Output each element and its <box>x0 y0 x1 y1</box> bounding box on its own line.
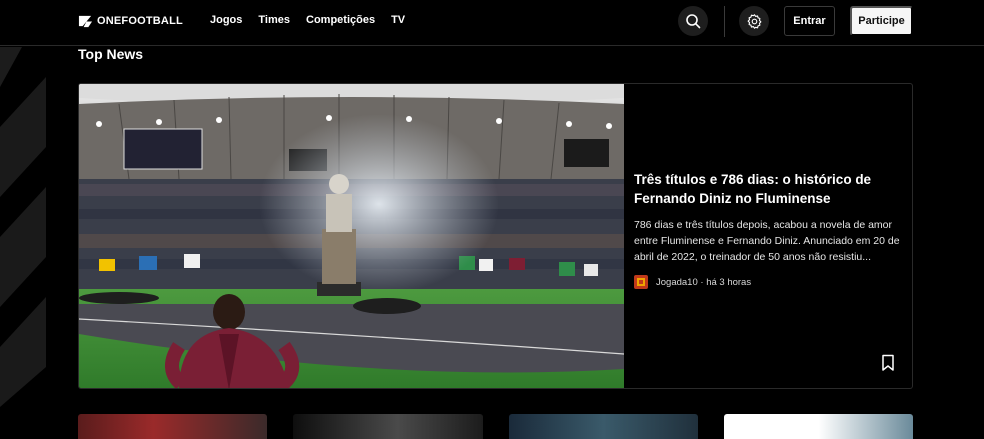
search-button[interactable] <box>678 6 708 36</box>
gear-icon <box>747 13 761 29</box>
source-logo-icon <box>634 275 648 289</box>
signup-button[interactable]: Participe <box>850 6 913 36</box>
source-name[interactable]: Jogada10 <box>656 277 698 288</box>
featured-news-text: Três títulos e 786 dias: o histórico de … <box>634 84 904 388</box>
featured-excerpt: 786 dias e três títulos depois, acabou a… <box>634 219 900 263</box>
featured-news-card[interactable]: Três títulos e 786 dias: o histórico de … <box>78 83 913 389</box>
main-nav: Jogos Times Competições TV <box>210 14 405 26</box>
nav-item-tv[interactable]: TV <box>391 14 405 26</box>
publish-time: há 3 horas <box>706 276 752 288</box>
login-button[interactable]: Entrar <box>784 6 835 36</box>
header-divider <box>724 6 725 37</box>
stadium-illustration <box>79 84 624 388</box>
nav-item-jogos[interactable]: Jogos <box>210 14 242 26</box>
news-thumbnail-2[interactable] <box>293 414 483 439</box>
onefootball-logo-icon <box>78 15 93 28</box>
bookmark-icon[interactable] <box>880 354 896 372</box>
onefootball-logo[interactable]: ONEFOOTBALL <box>78 13 183 28</box>
article-meta: Jogada10 · há 3 horas <box>634 275 751 289</box>
nav-item-competicoes[interactable]: Competições <box>306 14 375 26</box>
logo-text: ONEFOOTBALL <box>97 14 183 27</box>
featured-headline[interactable]: Três títulos e 786 dias: o histórico de … <box>634 170 896 208</box>
nav-item-times[interactable]: Times <box>258 14 290 26</box>
news-thumbnail-1[interactable] <box>78 414 267 439</box>
featured-news-image[interactable] <box>79 84 624 388</box>
news-thumbnail-4[interactable] <box>724 414 913 439</box>
news-thumbnail-3[interactable] <box>509 414 698 439</box>
section-title: Top News <box>78 46 144 62</box>
search-icon <box>686 14 701 29</box>
settings-button[interactable] <box>739 6 769 36</box>
top-navigation-bar: ONEFOOTBALL Jogos Times Competições TV E… <box>0 0 984 46</box>
decorative-stripes <box>0 47 46 407</box>
